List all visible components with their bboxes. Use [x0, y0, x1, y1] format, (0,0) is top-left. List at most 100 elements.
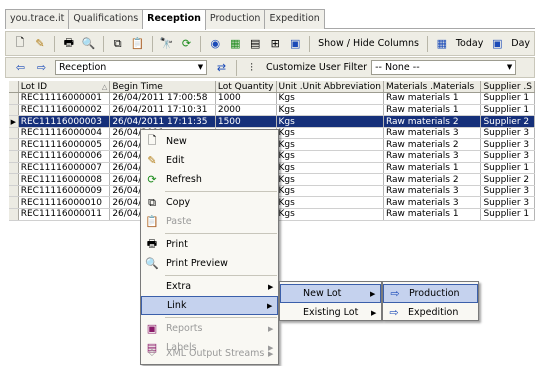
menu-item-reports: ▣ Reports ▶ — [141, 319, 278, 338]
filter-icon[interactable]: ⫶ — [243, 59, 260, 76]
calendar-day-icon[interactable]: ▣ — [489, 35, 505, 52]
table-row[interactable]: ▶ REC11116000003 26/04/2011 17:11:35 1500 Kg… — [9, 115, 535, 128]
table-cell: REC11116000002 — [18, 104, 111, 117]
table-cell: Supplier 3 — [480, 196, 535, 210]
print-preview-icon[interactable]: 🔍 — [81, 35, 97, 52]
paste-icon[interactable]: 📋 — [130, 35, 146, 52]
toolbar-separator — [309, 35, 311, 52]
menu-item-link[interactable]: Link ▶ — [141, 296, 278, 315]
calendar-today-icon[interactable]: ▦ — [434, 35, 450, 52]
submenu-arrow-icon: ▶ — [370, 289, 376, 298]
new-document-icon[interactable]: 🗋 — [12, 35, 28, 52]
row-indicator[interactable]: ▶ — [9, 115, 19, 128]
blank-icon — [144, 279, 160, 295]
menu-item-label: Print — [166, 239, 188, 250]
toolbar-separator — [102, 35, 104, 52]
find-icon[interactable]: 🔭 — [159, 35, 175, 52]
table-cell: Raw materials 1 — [383, 162, 482, 175]
menu-item-print[interactable]: 🖶 Print — [141, 235, 278, 254]
tab-qualifications[interactable]: Qualifications — [69, 9, 144, 29]
row-indicator[interactable] — [9, 150, 19, 163]
chevron-down-icon[interactable]: ▼ — [195, 61, 206, 74]
print-icon[interactable]: 🖶 — [61, 35, 77, 52]
list-icon[interactable]: ▤ — [247, 35, 263, 52]
layout-icon[interactable]: ▣ — [287, 35, 303, 52]
column-header-lot-quantity[interactable]: Lot Quantity — [215, 81, 277, 94]
tab-production[interactable]: Production — [205, 9, 266, 29]
row-indicator[interactable] — [9, 104, 19, 117]
table-cell: Kgs — [276, 173, 384, 186]
table-cell: REC11116000010 — [18, 196, 111, 210]
menu-item-extra[interactable]: Extra ▶ — [141, 277, 278, 296]
menu-item-expedition[interactable]: ⇨ Expedition — [383, 303, 478, 322]
export-excel-icon[interactable]: ▦ — [227, 35, 243, 52]
swap-icon[interactable]: ⇄ — [213, 59, 230, 76]
filter-select[interactable]: -- None -- ▼ — [371, 60, 517, 75]
blank-icon — [145, 298, 161, 314]
column-header-materials[interactable]: Materials .Materials — [383, 81, 482, 94]
menu-item-production[interactable]: ⇨ Production — [383, 284, 478, 303]
menu-item-edit[interactable]: ✎ Edit — [141, 151, 278, 170]
today-button[interactable]: Today — [452, 38, 487, 49]
menu-item-copy[interactable]: ⧉ Copy — [141, 193, 278, 212]
table-cell: Raw materials 2 — [383, 138, 482, 152]
menu-item-new[interactable]: 🗋 New — [141, 132, 278, 151]
day-button[interactable]: Day — [507, 38, 534, 49]
toolbar-separator — [151, 35, 153, 52]
main-toolbar: 🗋 ✎ 🖶 🔍 ⧉ 📋 🔭 ⟳ ◉ ▦ ▤ ⊞ ▣ Show / Hide Co… — [5, 31, 535, 56]
table-row[interactable]: REC11116000002 26/04/2011 17:10:31 2000 Kgs… — [9, 104, 535, 117]
table-cell: 2000 — [215, 104, 277, 117]
column-header-begin-time[interactable]: Begin Time — [109, 81, 216, 94]
grid-settings-icon[interactable]: ⊞ — [267, 35, 283, 52]
column-header-supplier[interactable]: Supplier .S — [480, 81, 535, 94]
customize-user-filter-button[interactable]: Customize User Filter — [262, 62, 371, 73]
menu-item-label: Paste — [166, 216, 192, 227]
column-header-lot-id[interactable]: Lot ID △ — [18, 81, 111, 94]
row-indicator[interactable] — [9, 173, 19, 186]
tab-expedition[interactable]: Expedition — [265, 9, 325, 29]
tab-you-trace-it[interactable]: you.trace.it — [5, 9, 70, 29]
row-indicator[interactable] — [9, 196, 19, 210]
menu-item-refresh[interactable]: ⟳ Refresh — [141, 170, 278, 189]
menu-item-label: Existing Lot — [303, 307, 359, 318]
menu-item-label: Production — [409, 288, 460, 299]
table-cell: Raw materials 3 — [383, 196, 482, 210]
link-arrow-icon: ⇨ — [389, 306, 399, 319]
table-cell: Raw materials 1 — [383, 104, 482, 117]
refresh-icon[interactable]: ⟳ — [178, 35, 194, 52]
row-indicator[interactable] — [9, 92, 19, 105]
show-hide-columns-button[interactable]: Show / Hide Columns — [314, 38, 423, 49]
menu-item-existing-lot[interactable]: Existing Lot ▶ — [280, 303, 381, 322]
tab-reception[interactable]: Reception — [143, 9, 206, 30]
context-menu: 🗋 New ✎ Edit ⟳ Refresh ⧉ Copy 📋 Paste 🖶 Print … — [140, 129, 279, 365]
menu-item-print-preview[interactable]: 🔍 Print Preview — [141, 254, 278, 273]
table-cell: 1500 — [215, 115, 277, 128]
column-header-unit[interactable]: Unit .Unit Abbreviation — [276, 81, 384, 94]
menu-item-label: Extra — [166, 281, 192, 292]
chevron-down-icon[interactable]: ▼ — [504, 61, 515, 74]
view-select[interactable]: Reception ▼ — [55, 60, 207, 75]
view-select-value: Reception — [59, 62, 107, 73]
copy-icon[interactable]: ⧉ — [110, 35, 126, 52]
menu-item-label: New — [166, 136, 187, 147]
menu-item-new-lot[interactable]: New Lot ▶ — [280, 284, 381, 303]
print-icon: 🖶 — [146, 237, 158, 250]
back-icon[interactable]: ⇦ — [12, 59, 29, 76]
table-cell: 26/04/2011 17:11:35 — [109, 115, 216, 128]
module-tabs: you.trace.it Qualifications Reception Pr… — [0, 0, 535, 30]
row-indicator[interactable] — [9, 127, 19, 140]
forward-icon[interactable]: ⇨ — [33, 59, 50, 76]
menu-separator — [165, 191, 277, 192]
row-indicator[interactable] — [9, 162, 19, 175]
row-indicator[interactable] — [9, 185, 19, 198]
first-record-icon[interactable]: ◉ — [207, 35, 223, 52]
submenu-arrow-icon: ▶ — [267, 301, 273, 310]
row-indicator[interactable] — [9, 138, 19, 152]
submenu-arrow-icon: ▶ — [268, 282, 274, 291]
table-cell: Raw materials 2 — [383, 115, 482, 128]
xml-icon: ⟐ — [148, 348, 156, 359]
edit-icon[interactable]: ✎ — [32, 35, 48, 52]
table-row[interactable]: REC11116000001 26/04/2011 17:00:58 1000 Kgs… — [9, 92, 535, 105]
column-header-label: Lot ID — [20, 81, 48, 92]
row-indicator[interactable] — [9, 208, 19, 221]
